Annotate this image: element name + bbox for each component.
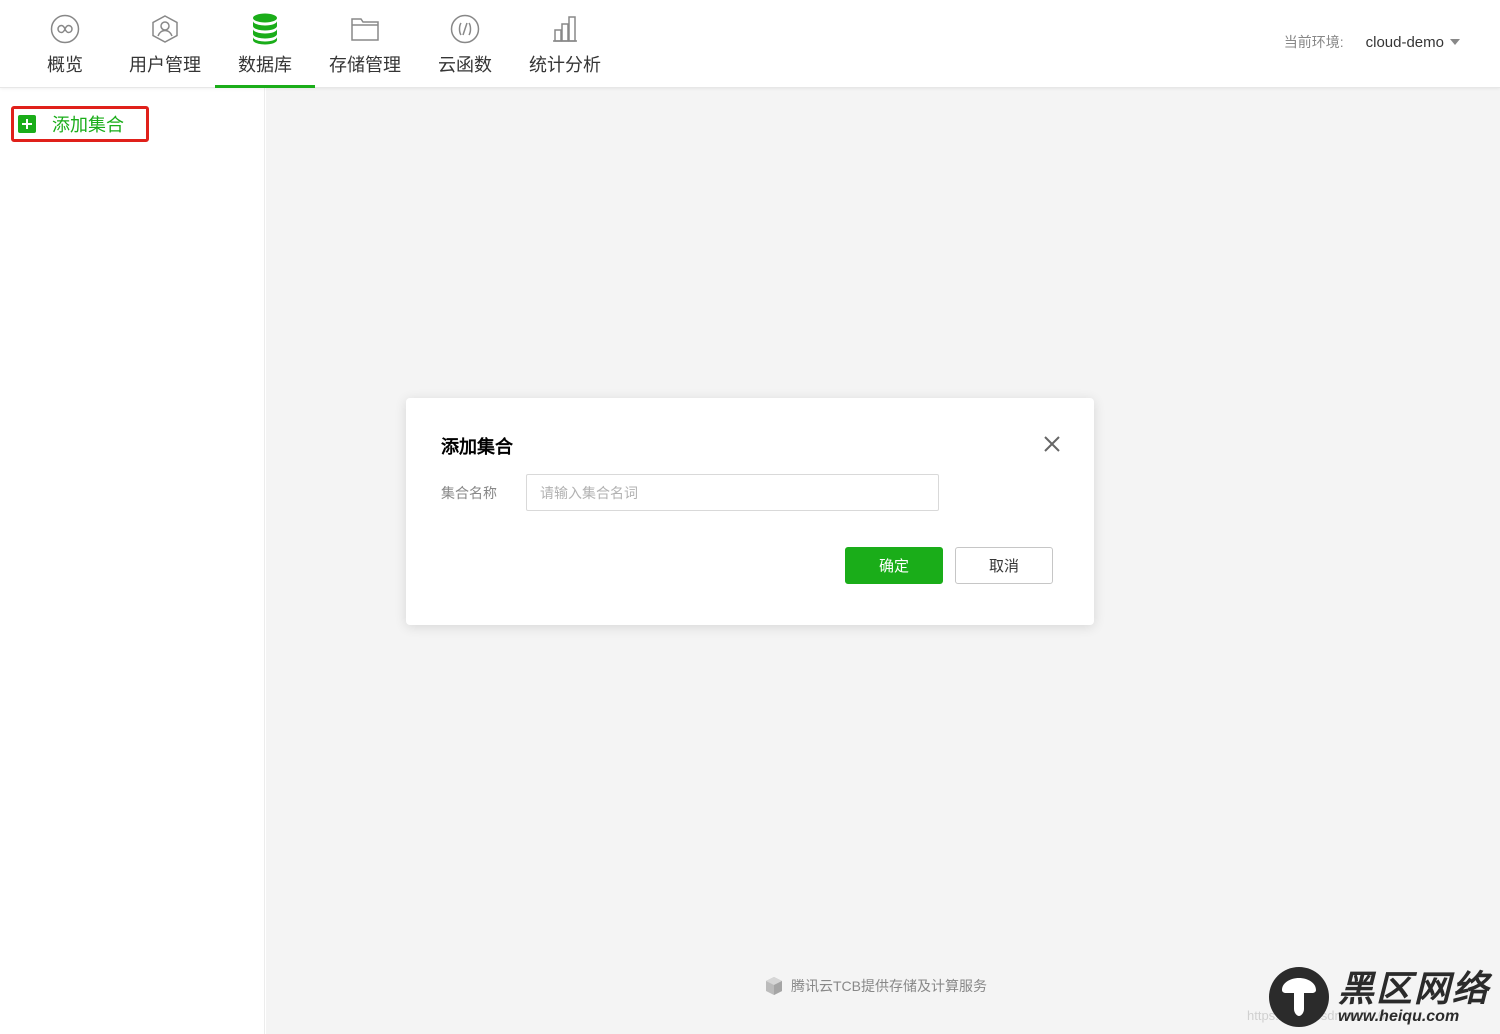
environment-dropdown[interactable]: cloud-demo [1366, 34, 1460, 51]
site-watermark: 黑区网络 www.heiqu.com [1268, 966, 1490, 1028]
collection-name-label: 集合名称 [441, 485, 497, 501]
dialog-title: 添加集合 [441, 437, 513, 457]
collection-name-input[interactable] [526, 474, 939, 511]
nav-item-overview[interactable]: 概览 [15, 0, 115, 88]
watermark-title: 黑区网络 [1337, 968, 1490, 1009]
environment-selector: 当前环境: cloud-demo [1284, 32, 1460, 52]
top-navigation-bar: 概览 用户管理 数据库 存储管理 云函数 统计分析 当前环境: cloud-de… [0, 0, 1500, 88]
nav-label: 存储管理 [329, 55, 401, 75]
nav-label: 云函数 [438, 55, 492, 75]
chevron-down-icon [1450, 39, 1460, 45]
database-icon [249, 13, 281, 45]
environment-label: 当前环境: [1283, 34, 1344, 50]
nav-label: 用户管理 [129, 55, 201, 75]
function-icon [449, 13, 481, 45]
collection-sidebar: 添加集合 [0, 88, 265, 1034]
environment-value: cloud-demo [1365, 33, 1444, 51]
footer: 腾讯云TCB提供存储及计算服务 [764, 976, 987, 996]
nav-label: 数据库 [238, 55, 292, 75]
watermark-logo-icon [1268, 966, 1330, 1028]
cube-icon [764, 976, 784, 996]
nav-item-cloud-functions[interactable]: 云函数 [415, 0, 515, 88]
watermark-site: www.heiqu.com [1337, 1008, 1460, 1025]
add-collection-dialog: 添加集合 集合名称 确定 取消 [406, 398, 1094, 625]
cancel-button[interactable]: 取消 [955, 547, 1053, 584]
close-icon[interactable] [1042, 434, 1062, 454]
plus-icon [18, 115, 36, 133]
nav-label: 概览 [47, 55, 83, 75]
user-icon [149, 13, 181, 45]
folder-icon [349, 13, 381, 45]
main-nav: 概览 用户管理 数据库 存储管理 云函数 统计分析 [15, 0, 615, 88]
confirm-button[interactable]: 确定 [845, 547, 943, 584]
nav-item-statistics[interactable]: 统计分析 [515, 0, 615, 88]
add-collection-button[interactable]: 添加集合 [11, 106, 149, 142]
chart-icon [549, 13, 581, 45]
nav-item-database[interactable]: 数据库 [215, 0, 315, 88]
add-collection-label: 添加集合 [52, 115, 124, 135]
footer-text: 腾讯云TCB提供存储及计算服务 [791, 978, 987, 994]
nav-item-storage-management[interactable]: 存储管理 [315, 0, 415, 88]
nav-item-user-management[interactable]: 用户管理 [115, 0, 215, 88]
overview-icon [49, 13, 81, 45]
watermark-text: 黑区网络 www.heiqu.com [1338, 969, 1490, 1025]
nav-label: 统计分析 [529, 55, 601, 75]
